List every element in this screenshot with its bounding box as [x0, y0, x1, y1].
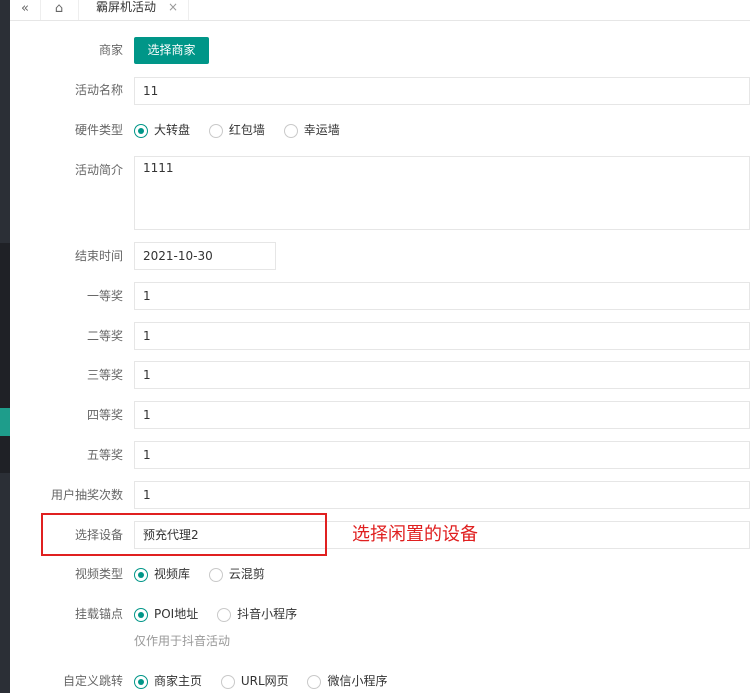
end-time-input[interactable]: 2021-10-30	[134, 242, 276, 270]
end-time-row: 结束时间 2021-10-30	[10, 242, 750, 270]
prize1-row: 一等奖 1	[10, 282, 750, 310]
video-type-row: 视频类型 视频库 云混剪	[10, 565, 750, 585]
annotation-text: 选择闲置的设备	[352, 524, 478, 545]
radio-label: URL网页	[240, 674, 289, 688]
prize2-label: 二等奖	[86, 329, 123, 343]
redirect-row: 自定义跳转 商家主页 URL网页 微信小程序	[10, 672, 750, 692]
anchor-label: 挂载锚点	[74, 607, 123, 621]
tab-label: 霸屏机活动	[96, 0, 157, 14]
anchor-hint-row: 仅作用于抖音活动	[10, 632, 750, 650]
radio-unchecked-icon	[217, 607, 232, 622]
radio-poi-address[interactable]: POI地址	[134, 605, 198, 623]
radio-unchecked-icon	[283, 123, 298, 138]
radio-label: 大转盘	[154, 123, 191, 137]
intro-textarea[interactable]: 1111	[134, 156, 750, 230]
double-chevron-left-icon[interactable]: «	[10, 0, 41, 20]
prize5-label: 五等奖	[86, 448, 123, 462]
prize1-input[interactable]: 1	[134, 282, 750, 310]
sidebar-dark-block	[0, 243, 10, 473]
radio-label: 商家主页	[154, 674, 203, 688]
activity-name-label: 活动名称	[74, 83, 123, 97]
hardware-type-row: 硬件类型 大转盘 红包墙 幸运墙	[10, 121, 750, 141]
draw-times-row: 用户抽奖次数 1	[10, 481, 750, 509]
prize3-row: 三等奖 1	[10, 361, 750, 389]
radio-merchant-home[interactable]: 商家主页	[134, 672, 202, 690]
radio-big-wheel[interactable]: 大转盘	[134, 121, 190, 139]
video-type-label: 视频类型	[74, 567, 123, 581]
select-merchant-button[interactable]: 选择商家	[134, 37, 209, 64]
radio-checked-icon	[134, 674, 148, 689]
prize2-row: 二等奖 1	[10, 322, 750, 350]
radio-label: 微信小程序	[327, 674, 388, 688]
merchant-row: 商家 选择商家	[10, 37, 750, 65]
radio-label: POI地址	[154, 607, 199, 621]
radio-wechat-mini-program[interactable]: 微信小程序	[307, 672, 388, 690]
radio-label: 幸运墙	[303, 123, 340, 137]
radio-douyin-mini-program[interactable]: 抖音小程序	[217, 605, 297, 623]
home-icon[interactable]: ⌂	[40, 0, 79, 20]
radio-checked-icon	[134, 567, 148, 582]
intro-row: 活动简介 1111	[10, 156, 750, 231]
redirect-label: 自定义跳转	[62, 674, 123, 688]
radio-label: 视频库	[154, 567, 191, 581]
radio-red-packet-wall[interactable]: 红包墙	[208, 121, 265, 139]
radio-unchecked-icon	[307, 674, 322, 689]
anchor-radio-group: POI地址 抖音小程序	[134, 605, 312, 623]
draw-times-label: 用户抽奖次数	[50, 488, 123, 502]
hardware-type-label: 硬件类型	[74, 123, 123, 137]
activity-name-input[interactable]: 11	[134, 77, 750, 105]
draw-times-input[interactable]: 1	[134, 481, 750, 509]
end-time-label: 结束时间	[74, 249, 123, 263]
annotation-highlight-box	[41, 513, 327, 556]
prize4-input[interactable]: 1	[134, 401, 750, 429]
radio-video-library[interactable]: 视频库	[134, 565, 190, 583]
radio-cloud-remix[interactable]: 云混剪	[208, 565, 265, 583]
prize4-label: 四等奖	[86, 408, 123, 422]
radio-label: 红包墙	[228, 123, 265, 137]
anchor-hint: 仅作用于抖音活动	[134, 634, 231, 648]
anchor-row: 挂载锚点 POI地址 抖音小程序	[10, 605, 750, 625]
prize4-row: 四等奖 1	[10, 401, 750, 429]
prize3-input[interactable]: 1	[134, 361, 750, 389]
sidebar-active-indicator	[0, 408, 10, 436]
prize2-input[interactable]: 1	[134, 322, 750, 350]
tab-bar: « ⌂ 霸屏机活动 ×	[10, 0, 750, 21]
radio-unchecked-icon	[208, 123, 223, 138]
radio-checked-icon	[134, 607, 148, 622]
radio-url-page[interactable]: URL网页	[220, 672, 289, 690]
redirect-radio-group: 商家主页 URL网页 微信小程序	[134, 672, 403, 690]
merchant-label: 商家	[98, 43, 123, 57]
sidebar-strip	[0, 0, 10, 693]
hardware-type-radio-group: 大转盘 红包墙 幸运墙	[134, 121, 355, 139]
radio-label: 抖音小程序	[237, 607, 298, 621]
close-icon[interactable]: ×	[168, 0, 178, 14]
prize5-input[interactable]: 1	[134, 441, 750, 469]
radio-checked-icon	[134, 123, 148, 138]
prize5-row: 五等奖 1	[10, 441, 750, 469]
radio-lucky-wall[interactable]: 幸运墙	[283, 121, 340, 139]
prize1-label: 一等奖	[86, 289, 123, 303]
radio-label: 云混剪	[228, 567, 265, 581]
activity-name-row: 活动名称 11	[10, 77, 750, 105]
radio-unchecked-icon	[208, 567, 223, 582]
intro-label: 活动简介	[74, 163, 123, 177]
radio-unchecked-icon	[220, 674, 235, 689]
video-type-radio-group: 视频库 云混剪	[134, 565, 280, 583]
prize3-label: 三等奖	[86, 368, 123, 382]
tab-active-activity[interactable]: 霸屏机活动 ×	[78, 0, 189, 20]
